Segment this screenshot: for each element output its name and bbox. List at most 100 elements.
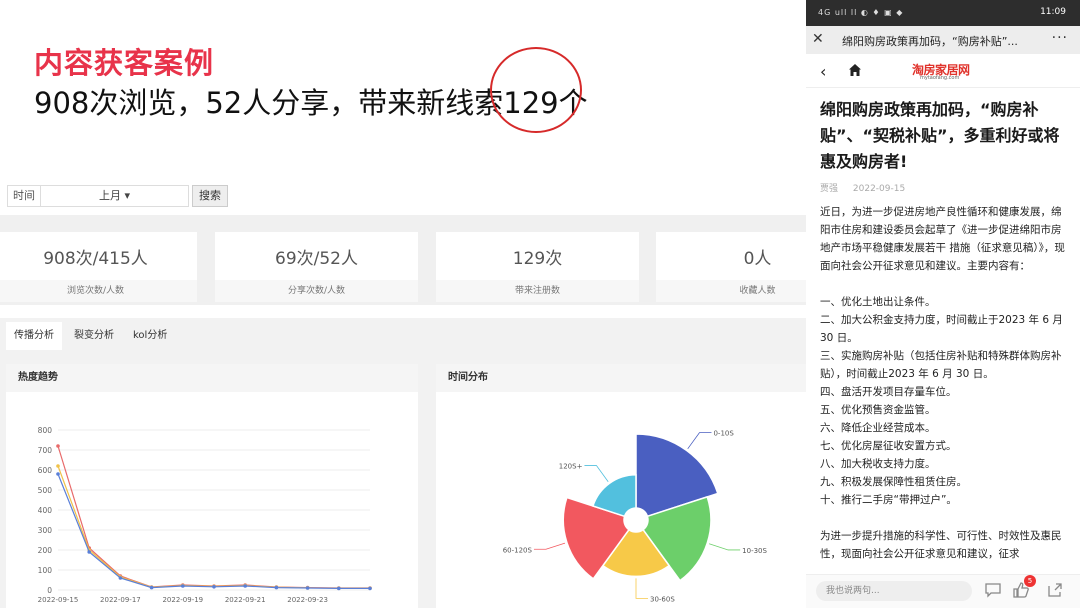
share-icon[interactable] — [1046, 581, 1064, 599]
slice-label: 60-120S — [503, 546, 533, 554]
y-tick-label: 500 — [38, 486, 53, 495]
wechat-title-bar: ✕ 绵阳购房政策再加码，“购房补贴”... ··· — [806, 26, 1080, 54]
stat-value-shares: 69次/52人 — [275, 249, 358, 269]
slice-label: 30-60S — [650, 595, 675, 603]
stat-label-registrations: 带来注册数 — [436, 280, 639, 302]
y-tick-label: 700 — [38, 446, 53, 455]
y-tick-label: 400 — [38, 506, 53, 515]
logo-domain: mytaofang.com — [920, 75, 960, 81]
x-tick-label: 2022-09-17 — [100, 596, 141, 604]
article-author: 贾强 — [820, 184, 839, 194]
y-tick-label: 200 — [38, 546, 53, 555]
article-item: 一、优化土地出让条件。 — [820, 296, 936, 308]
article-outro: 为进一步提升措施的科学性、可行性、时效性及惠民性，现面向社会公开征求意见和建议，… — [820, 530, 1062, 560]
status-bar: 4G ull ll ◐ ♦ ▣ ◆ 11:09 — [806, 0, 1080, 26]
trend-card: 热度趋势 0 100 200 300 400 500 600 700 800 2022-09-15… — [6, 364, 418, 608]
y-tick-label: 600 — [38, 466, 53, 475]
comment-bar: 我也说两句... 5 — [806, 574, 1080, 608]
panels-area: 热度趋势 0 100 200 300 400 500 600 700 800 2022-09-15… — [0, 350, 806, 608]
comment-icon[interactable] — [984, 581, 1002, 599]
trend-card-title: 热度趋势 — [6, 364, 418, 392]
search-button[interactable]: 搜索 — [192, 185, 228, 207]
stat-value-favorites: 0人 — [743, 249, 772, 269]
analysis-tabs: 传播分析 裂变分析 kol分析 — [0, 318, 806, 350]
analytics-dashboard: 时间 上月 ▾ 搜索 908次/415人 浏览次数/人数 69次/52人 分享次… — [0, 175, 806, 608]
x-tick-label: 2022-09-15 — [38, 596, 79, 604]
article-title: 绵阳购房政策再加码，“购房补贴”、“契税补贴”，多重利好或将惠及购房者! — [820, 100, 1060, 171]
slice-label-line — [635, 578, 648, 599]
stat-card-favorites: 0人 收藏人数 — [656, 232, 806, 302]
slice-label-line — [687, 432, 712, 450]
data-point — [337, 586, 341, 591]
article-date: 2022-09-15 — [852, 184, 906, 194]
article-item: 五、优化预售资金监管。 — [820, 404, 936, 416]
y-tick-label: 0 — [47, 586, 52, 595]
data-point — [212, 585, 216, 589]
more-icon[interactable]: ··· — [1052, 30, 1068, 46]
article-meta: 贾强 2022-09-15 — [820, 181, 917, 194]
article-item: 八、加大税收支持力度。 — [820, 458, 936, 470]
article-item: 十、推行二手房“带押过户”。 — [820, 494, 957, 506]
site-nav-bar: ‹ 淘房家居网 mytaofang.com — [806, 54, 1080, 88]
data-point — [274, 585, 279, 590]
home-icon[interactable] — [848, 63, 862, 77]
stat-label-views: 浏览次数/人数 — [0, 280, 197, 302]
stat-value-views: 908次/415人 — [43, 249, 148, 269]
article-item: 六、降低企业经营成本。 — [820, 422, 936, 434]
time-rose-chart: 0-10S 10-30S 30-60S 60-120S 120S+ — [503, 430, 768, 604]
data-point — [87, 550, 91, 554]
stat-card-registrations: 129次 带来注册数 — [436, 232, 639, 302]
time-filter-select[interactable]: 上月 ▾ — [41, 185, 189, 207]
data-point — [368, 586, 372, 591]
highlight-circle — [490, 47, 582, 133]
x-tick-label: 2022-09-23 — [287, 596, 328, 604]
site-logo: 淘房家居网 mytaofang.com — [912, 61, 972, 83]
stat-label-favorites: 收藏人数 — [656, 280, 806, 302]
data-point — [149, 585, 154, 590]
slice-label-line — [584, 465, 609, 482]
stat-card-views: 908次/415人 浏览次数/人数 — [0, 232, 197, 302]
data-point — [181, 584, 185, 588]
slice-label: 0-10S — [713, 430, 734, 438]
data-point — [56, 444, 60, 448]
article-item: 三、实施购房补贴（包括住房补贴和特殊群体购房补贴），时间截止2023 年 6 月… — [820, 350, 1062, 380]
stat-card-shares: 69次/52人 分享次数/人数 — [215, 232, 418, 302]
series-line — [57, 445, 370, 589]
tab-fission-analysis[interactable]: 裂变分析 — [66, 322, 122, 350]
data-point — [56, 464, 60, 468]
data-point — [118, 576, 123, 580]
slice-label: 10-30S — [742, 547, 767, 555]
tab-spread-analysis[interactable]: 传播分析 — [6, 322, 62, 350]
y-tick-label: 800 — [38, 426, 53, 435]
stats-band: 908次/415人 浏览次数/人数 69次/52人 分享次数/人数 129次 带… — [0, 215, 806, 305]
y-tick-label: 100 — [38, 566, 53, 575]
x-tick-label: 2022-09-21 — [225, 596, 266, 604]
time-card: 时间分布 0-10S 10-30S 30-60S 60-120S 120S+ — [436, 364, 806, 608]
status-icons: 4G ull ll ◐ ♦ ▣ ◆ — [818, 8, 904, 17]
article-item: 七、优化房屋征收安置方式。 — [820, 440, 957, 452]
back-icon[interactable]: ‹ — [820, 62, 826, 81]
article-intro: 近日，为进一步促进房地产良性循环和健康发展，绵阳市住房和建设委员会起草了《进一步… — [820, 206, 1065, 272]
data-point — [56, 472, 60, 476]
article-item: 四、盘活开发项目存量车位。 — [820, 386, 957, 398]
trend-line-chart: 0 100 200 300 400 500 600 700 800 2022-09-15 2022-… — [38, 426, 372, 604]
close-icon[interactable]: ✕ — [812, 31, 824, 47]
series-line — [57, 473, 370, 589]
x-tick-label: 2022-09-19 — [162, 596, 203, 604]
slice-label: 120S+ — [559, 463, 583, 471]
phone-screenshot: 4G ull ll ◐ ♦ ▣ ◆ 11:09 ✕ 绵阳购房政策再加码，“购房补… — [806, 0, 1080, 608]
y-tick-label: 300 — [38, 526, 53, 535]
time-card-title: 时间分布 — [436, 364, 806, 392]
comment-input[interactable]: 我也说两句... — [816, 581, 972, 601]
like-count-badge: 5 — [1024, 575, 1036, 587]
article-item: 九、积极发展保障性租赁住房。 — [820, 476, 967, 488]
slice-label-line — [533, 542, 566, 550]
data-point — [243, 584, 247, 588]
time-filter-label: 时间 — [7, 185, 41, 207]
article-body: 近日，为进一步促进房地产良性循环和健康发展，绵阳市住房和建设委员会起草了《进一步… — [820, 203, 1070, 563]
slice-label-line — [709, 543, 741, 551]
tab-kol-analysis[interactable]: kol分析 — [125, 322, 175, 350]
slide: 内容获客案例 908次浏览，52人分享，带来新线索129个 时间 上月 ▾ 搜索… — [0, 0, 1080, 608]
wechat-page-title: 绵阳购房政策再加码，“购房补贴”... — [842, 35, 1018, 48]
status-time: 11:09 — [1040, 7, 1066, 17]
